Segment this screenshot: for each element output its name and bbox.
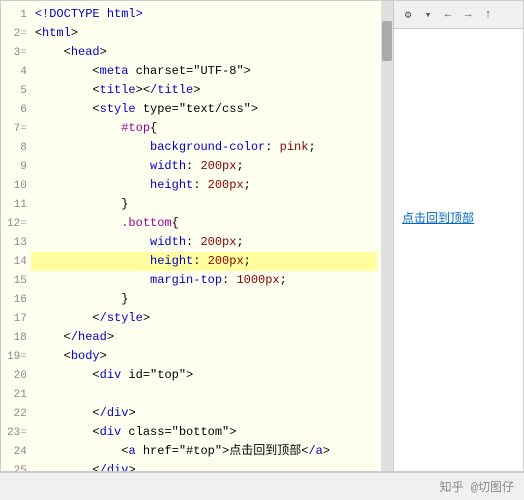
line-number: 3= <box>7 43 27 62</box>
code-line: <body> <box>31 347 377 366</box>
line-number: 14 <box>7 252 27 271</box>
line-number: 2= <box>7 24 27 43</box>
code-line: </style> <box>31 309 377 328</box>
browser-preview-panel: ⚙ ▾ ← → ↑ 点击回到顶部 <box>394 0 524 472</box>
back-icon[interactable]: ← <box>440 7 456 23</box>
code-line: <title></title> <box>31 81 377 100</box>
code-line: height: 200px; <box>31 252 377 271</box>
up-icon[interactable]: ↑ <box>480 7 496 23</box>
code-line: <style type="text/css"> <box>31 100 377 119</box>
line-number: 5 <box>7 81 27 100</box>
line-number: 4 <box>7 62 27 81</box>
line-number: 19= <box>7 347 27 366</box>
line-number: 20 <box>7 366 27 385</box>
code-line: margin-top: 1000px; <box>31 271 377 290</box>
code-line: <html> <box>31 24 377 43</box>
code-line: #top{ <box>31 119 377 138</box>
browser-content: 点击回到顶部 <box>394 29 523 471</box>
code-line: <a href="#top">点击回到顶部</a> <box>31 442 377 461</box>
line-numbers: 12=3=4567=89101112=13141516171819=202122… <box>1 1 31 471</box>
code-line: width: 200px; <box>31 157 377 176</box>
code-area: 12=3=4567=89101112=13141516171819=202122… <box>1 1 393 471</box>
browser-link[interactable]: 点击回到顶部 <box>402 209 474 226</box>
code-line: <head> <box>31 43 377 62</box>
code-line: </head> <box>31 328 377 347</box>
line-number: 8 <box>7 138 27 157</box>
code-line: <div class="bottom"> <box>31 423 377 442</box>
line-number: 1 <box>7 5 27 24</box>
code-line: } <box>31 290 377 309</box>
forward-icon[interactable]: → <box>460 7 476 23</box>
code-content[interactable]: <!DOCTYPE html><html> <head> <meta chars… <box>31 1 381 471</box>
browser-toolbar: ⚙ ▾ ← → ↑ <box>394 1 523 29</box>
scrollbar-thumb[interactable] <box>382 21 392 61</box>
code-line: background-color: pink; <box>31 138 377 157</box>
code-line: <meta charset="UTF-8"> <box>31 62 377 81</box>
line-number: 12= <box>7 214 27 233</box>
watermark-text: 知乎 @切图仔 <box>440 478 514 495</box>
code-line: } <box>31 195 377 214</box>
code-line: .bottom{ <box>31 214 377 233</box>
line-number: 23= <box>7 423 27 442</box>
line-number: 22 <box>7 404 27 423</box>
code-line: <!DOCTYPE html> <box>31 5 377 24</box>
code-line: </div> <box>31 461 377 471</box>
code-line: <div id="top"> <box>31 366 377 385</box>
line-number: 17 <box>7 309 27 328</box>
line-number: 9 <box>7 157 27 176</box>
code-editor-panel: 12=3=4567=89101112=13141516171819=202122… <box>0 0 394 472</box>
line-number: 15 <box>7 271 27 290</box>
dropdown-icon[interactable]: ▾ <box>420 7 436 23</box>
line-number: 13 <box>7 233 27 252</box>
line-number: 16 <box>7 290 27 309</box>
line-number: 21 <box>7 385 27 404</box>
code-line: </div> <box>31 404 377 423</box>
line-number: 18 <box>7 328 27 347</box>
watermark: 知乎 @切图仔 <box>0 472 524 500</box>
code-line: height: 200px; <box>31 176 377 195</box>
line-number: 25 <box>7 461 27 471</box>
main-container: 12=3=4567=89101112=13141516171819=202122… <box>0 0 524 472</box>
code-line <box>31 385 377 404</box>
gear-icon[interactable]: ⚙ <box>400 7 416 23</box>
line-number: 11 <box>7 195 27 214</box>
line-number: 6 <box>7 100 27 119</box>
line-number: 10 <box>7 176 27 195</box>
line-number: 7= <box>7 119 27 138</box>
code-line: width: 200px; <box>31 233 377 252</box>
line-number: 24 <box>7 442 27 461</box>
code-scrollbar[interactable] <box>381 1 393 471</box>
